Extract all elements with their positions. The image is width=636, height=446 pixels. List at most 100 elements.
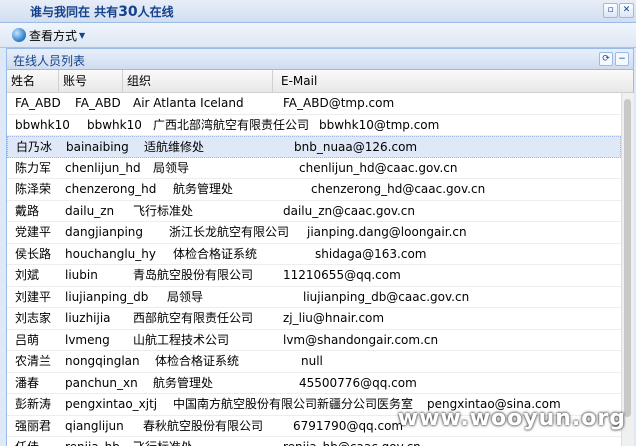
cell-email: 11210655@qq.com xyxy=(283,268,401,282)
table-row[interactable]: 侯长路 houchanglu_hy 体检合格证系统 shidaga@163.com xyxy=(7,244,621,265)
cell-org: 航务管理处 xyxy=(173,182,234,196)
cell-account: FA_ABD xyxy=(75,96,121,110)
restore-icon[interactable]: ▫ xyxy=(603,3,618,18)
cell-email: 6791790@qq.com xyxy=(293,418,404,433)
cell-name: 侯长路 xyxy=(15,246,52,261)
table-row[interactable]: 戴路 dailu_zn 飞行标准处 dailu_zn@caac.gov.cn xyxy=(7,201,621,222)
cell-name: 陈力军 xyxy=(15,160,52,175)
cell-account: liubin xyxy=(65,268,98,282)
table-row[interactable]: 白乃冰 bainaibing 适航维修处 bnb_nuaa@126.com xyxy=(7,136,621,158)
cell-account: pengxintao_xjtj xyxy=(65,397,158,411)
cell-org: 广西北部湾航空有限责任公司 xyxy=(153,117,310,132)
cell-org: 青岛航空股份有限公司 xyxy=(133,268,254,282)
grid-header: 姓名 账号 组织 E-Mail xyxy=(7,70,633,93)
watermark: www.wooyun.org xyxy=(397,406,626,431)
cell-name: 吕萌 xyxy=(15,332,40,347)
cell-name: 白乃冰 xyxy=(16,140,53,154)
grid-body: FA_ABD FA_ABD Air Atlanta Iceland FA_ABD@tm… xyxy=(7,93,621,446)
table-row[interactable]: 农清兰 nongqinglan 体检合格证系统 null xyxy=(7,351,621,373)
cell-account: houchanglu_hy xyxy=(65,246,156,261)
cell-account: chenzerong_hd xyxy=(65,182,157,196)
cell-name: 强丽君 xyxy=(15,418,52,433)
view-mode-button[interactable]: 查看方式 ▼ xyxy=(12,26,85,44)
cell-name: 党建平 xyxy=(15,225,52,239)
cell-email: lvm@shandongair.com.cn xyxy=(283,332,439,347)
cell-account: dangjianping xyxy=(65,225,143,239)
cell-account: lvmeng xyxy=(65,332,110,347)
cell-email: FA_ABD@tmp.com xyxy=(283,96,395,110)
view-mode-label: 查看方式 xyxy=(29,28,78,43)
cell-org: 春秋航空股份有限公司 xyxy=(143,418,264,433)
cell-name: FA_ABD xyxy=(15,96,61,110)
cell-account: panchun_xn xyxy=(65,375,138,390)
vertical-scrollbar[interactable] xyxy=(621,93,634,446)
cell-org: Air Atlanta Iceland xyxy=(133,96,244,110)
panel-title: 在线人员列表 xyxy=(13,54,86,68)
cell-account: chenlijun_hd xyxy=(65,160,141,175)
cell-account: nongqinglan xyxy=(65,354,140,368)
table-row[interactable]: 吕萌 lvmeng 山航工程技术公司 lvm@shandongair.com.cn xyxy=(7,330,621,351)
cell-name: 潘春 xyxy=(15,375,40,390)
cell-org: 航务管理处 xyxy=(153,375,214,390)
toolbar: 查看方式 ▼ xyxy=(0,23,636,48)
cell-name: 刘斌 xyxy=(15,268,40,282)
cell-email: jianping.dang@loongair.cn xyxy=(307,225,467,239)
table-row[interactable]: 党建平 dangjianping 浙江长龙航空有限公司 jianping.dang@l… xyxy=(7,222,621,244)
column-header-account[interactable]: 账号 xyxy=(59,70,123,92)
cell-name: bbwhk10 xyxy=(15,117,70,132)
cell-email: null xyxy=(301,354,323,368)
cell-account: qianglijun xyxy=(65,418,124,433)
cell-org: 西部航空有限责任公司 xyxy=(133,311,254,325)
window-titlebar: 谁与我同在 共有30人在线 ▫ ✕ xyxy=(0,0,636,23)
table-row[interactable]: 陈力军 chenlijun_hd 局领导 chenlijun_hd@caac.gov.… xyxy=(7,158,621,179)
cell-account: dailu_zn xyxy=(65,203,115,218)
cell-org: 浙江长龙航空有限公司 xyxy=(169,225,290,239)
cell-name: 陈泽荣 xyxy=(15,182,52,196)
cell-email: chenzerong_hd@caac.gov.cn xyxy=(311,182,486,196)
cell-email: bnb_nuaa@126.com xyxy=(294,140,418,154)
table-row[interactable]: bbwhk10 bbwhk10 广西北部湾航空有限责任公司 bbwhk10@tmp.c… xyxy=(7,115,621,136)
table-row[interactable]: 刘建平 liujianping_db 局领导 liujianping_db@caac.… xyxy=(7,287,621,308)
online-users-panel: 在线人员列表 ⟳ − 姓名 账号 组织 E-Mail FA_ABD FA_ABD A… xyxy=(6,48,634,446)
cell-org: 体检合格证系统 xyxy=(155,354,240,368)
cell-org: 山航工程技术公司 xyxy=(133,332,230,347)
cell-email: chenlijun_hd@caac.gov.cn xyxy=(299,160,458,175)
table-row[interactable]: 潘春 panchun_xn 航务管理处 45500776@qq.com xyxy=(7,373,621,394)
cell-org: 局领导 xyxy=(167,289,204,304)
column-header-email[interactable]: E-Mail xyxy=(273,70,633,92)
cell-name: 彭新涛 xyxy=(15,397,52,411)
table-row[interactable]: 刘斌 liubin 青岛航空股份有限公司 11210655@qq.com xyxy=(7,265,621,287)
table-row[interactable]: 刘志家 liuzhijia 西部航空有限责任公司 zj_liu@hnair.com xyxy=(7,308,621,330)
cell-account: bbwhk10 xyxy=(87,117,142,132)
cell-email: bbwhk10@tmp.com xyxy=(319,117,440,132)
column-header-name[interactable]: 姓名 xyxy=(7,70,59,92)
cell-org: 局领导 xyxy=(153,160,190,175)
close-icon[interactable]: ✕ xyxy=(619,3,634,18)
window-title: 谁与我同在 共有30人在线 xyxy=(30,4,174,20)
cell-account: liujianping_db xyxy=(65,289,149,304)
refresh-icon[interactable]: ⟳ xyxy=(599,52,613,66)
cell-account: liuzhijia xyxy=(65,311,111,325)
panel-header: 在线人员列表 ⟳ − xyxy=(7,49,633,70)
cell-email: dailu_zn@caac.gov.cn xyxy=(283,203,416,218)
cell-org: 中国南方航空股份有限公司新疆分公司医务室 xyxy=(173,397,414,411)
collapse-icon[interactable]: − xyxy=(615,52,629,66)
table-row[interactable]: 陈泽荣 chenzerong_hd 航务管理处 chenzerong_hd@caac.… xyxy=(7,179,621,201)
cell-name: 刘建平 xyxy=(15,289,52,304)
cell-org: 适航维修处 xyxy=(144,140,205,154)
cell-org: 飞行标准处 xyxy=(133,203,194,218)
column-header-org[interactable]: 组织 xyxy=(123,70,273,92)
cell-name: 刘志家 xyxy=(15,311,52,325)
cell-name: 戴路 xyxy=(15,203,40,218)
cell-email: 45500776@qq.com xyxy=(299,375,417,390)
table-row[interactable]: FA_ABD FA_ABD Air Atlanta Iceland FA_ABD@tm… xyxy=(7,93,621,115)
cell-email: shidaga@163.com xyxy=(315,246,427,261)
scrollbar-thumb[interactable] xyxy=(624,99,631,417)
globe-icon xyxy=(12,28,26,42)
cell-account: bainaibing xyxy=(66,140,129,154)
chevron-down-icon: ▼ xyxy=(79,30,86,40)
cell-email: zj_liu@hnair.com xyxy=(283,311,385,325)
cell-name: 农清兰 xyxy=(15,354,52,368)
cell-org: 体检合格证系统 xyxy=(173,246,258,261)
cell-email: liujianping_db@caac.gov.cn xyxy=(303,289,470,304)
